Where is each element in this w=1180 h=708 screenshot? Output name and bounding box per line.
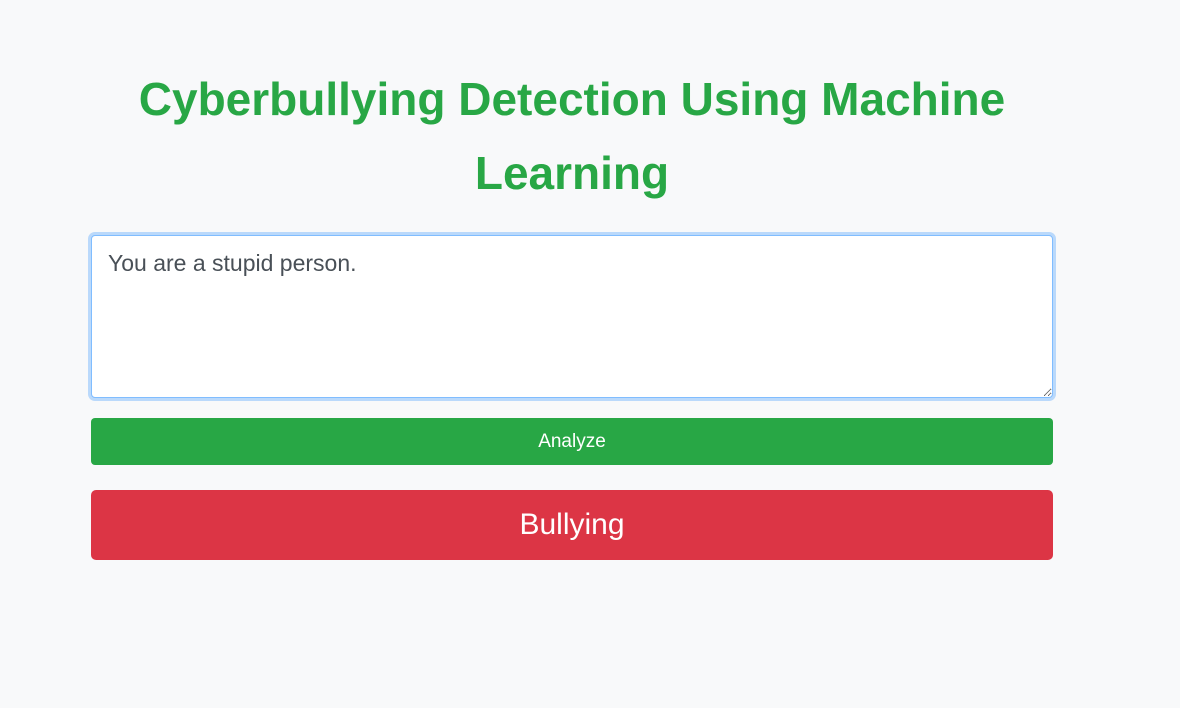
result-alert: Bullying bbox=[91, 490, 1053, 560]
message-textarea[interactable]: You are a stupid person. bbox=[91, 235, 1053, 398]
analyze-button[interactable]: Analyze bbox=[91, 418, 1053, 465]
page-title: Cyberbullying Detection Using Machine Le… bbox=[138, 73, 1006, 199]
page-container: Cyberbullying Detection Using Machine Le… bbox=[0, 0, 1180, 708]
